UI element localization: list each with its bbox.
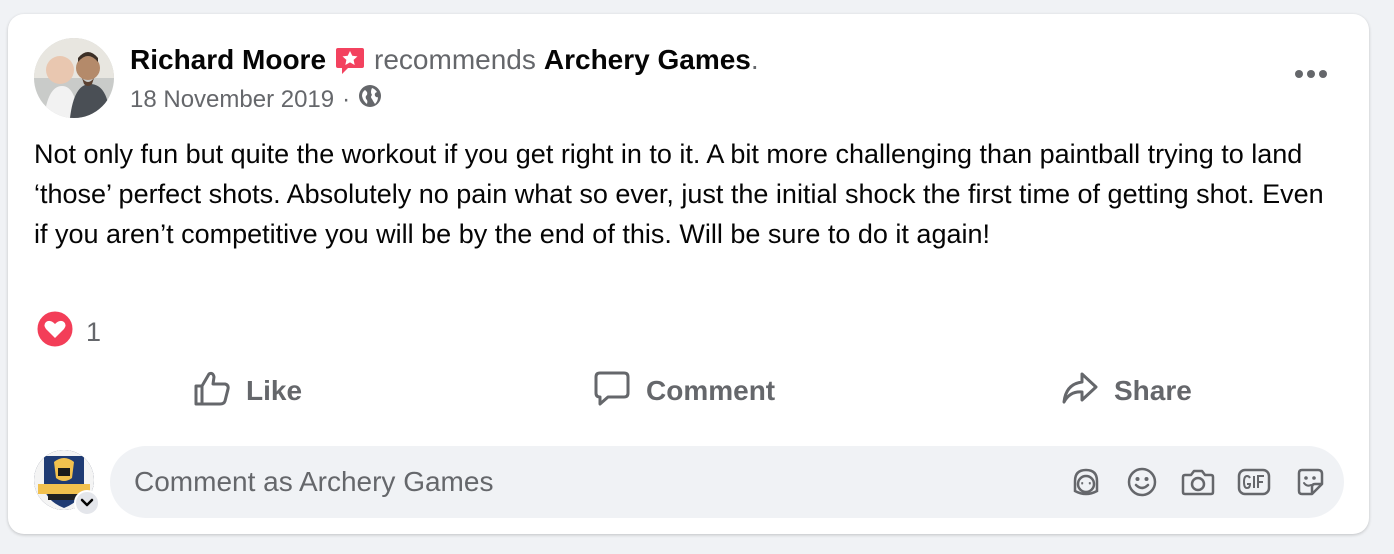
gif-icon[interactable]	[1236, 464, 1272, 500]
author-avatar[interactable]	[34, 38, 114, 118]
share-label: Share	[1114, 375, 1192, 406]
post-meta: 18 November 2019 ·	[130, 84, 382, 115]
post-body: Not only fun but quite the workout if yo…	[34, 139, 1324, 249]
comment-label: Comment	[646, 375, 776, 406]
reaction-count: 1	[86, 317, 102, 347]
comment-input[interactable]	[134, 446, 1034, 518]
recommends-text: recommends	[374, 44, 536, 75]
thumbs-up-icon	[192, 368, 232, 415]
post-header: Richard Moore recommends Archery Games .	[130, 42, 759, 78]
like-button[interactable]: Like	[192, 366, 302, 416]
commenter-avatar[interactable]	[34, 450, 100, 516]
share-button[interactable]: Share	[1060, 366, 1192, 416]
recommend-badge-icon	[334, 44, 366, 76]
like-label: Like	[246, 375, 303, 406]
heart-reaction-icon	[36, 310, 74, 355]
share-arrow-icon	[1060, 368, 1100, 415]
trailing-period: .	[750, 44, 759, 75]
meta-separator: ·	[342, 85, 351, 113]
switch-profile-chevron-icon[interactable]	[74, 490, 100, 516]
author-name[interactable]: Richard Moore	[130, 44, 326, 76]
emoji-icon[interactable]	[1124, 464, 1160, 500]
sticker-icon[interactable]	[1292, 464, 1328, 500]
more-options-button[interactable]	[1289, 58, 1333, 90]
camera-icon[interactable]	[1180, 464, 1216, 500]
globe-icon[interactable]	[358, 84, 382, 115]
more-dots-icon	[1295, 70, 1327, 78]
post-actions: Like Comment Share	[8, 366, 1369, 416]
page-name-link[interactable]: Archery Games	[544, 44, 751, 76]
comment-bubble-icon	[592, 368, 632, 415]
avatar-sticker-icon[interactable]	[1068, 464, 1104, 500]
post-date[interactable]: 18 November 2019	[130, 86, 334, 114]
review-post-card: Richard Moore recommends Archery Games .…	[8, 14, 1369, 534]
comment-composer	[110, 446, 1344, 518]
comment-button[interactable]: Comment	[592, 366, 775, 416]
reactions-summary[interactable]: 1	[36, 310, 101, 355]
